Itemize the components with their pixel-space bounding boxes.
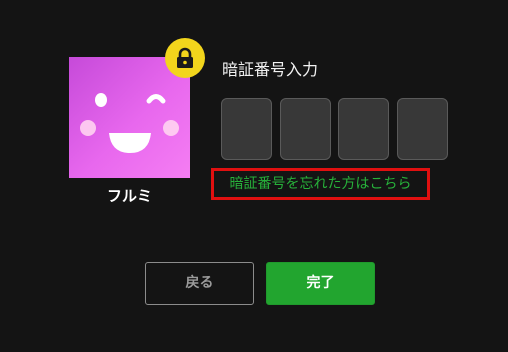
pin-digit-1[interactable]: [221, 98, 272, 160]
profile-avatar[interactable]: [69, 57, 190, 178]
pin-entry-screen: フルミ 暗証番号入力 暗証番号を忘れた方はこちら 戻る 完了: [0, 0, 508, 352]
pin-digit-3[interactable]: [338, 98, 389, 160]
pin-digit-4[interactable]: [397, 98, 448, 160]
profile-name: フルミ: [106, 187, 152, 205]
lock-badge: [165, 38, 205, 78]
pin-digit-2[interactable]: [280, 98, 331, 160]
lock-icon: [177, 47, 193, 68]
smiley-wink-face-icon: [80, 93, 179, 153]
pin-entry-title: 暗証番号入力: [222, 60, 319, 79]
done-button[interactable]: 完了: [266, 262, 375, 305]
forgot-pin-link[interactable]: 暗証番号を忘れた方はこちら: [211, 168, 430, 200]
back-button[interactable]: 戻る: [145, 262, 254, 305]
